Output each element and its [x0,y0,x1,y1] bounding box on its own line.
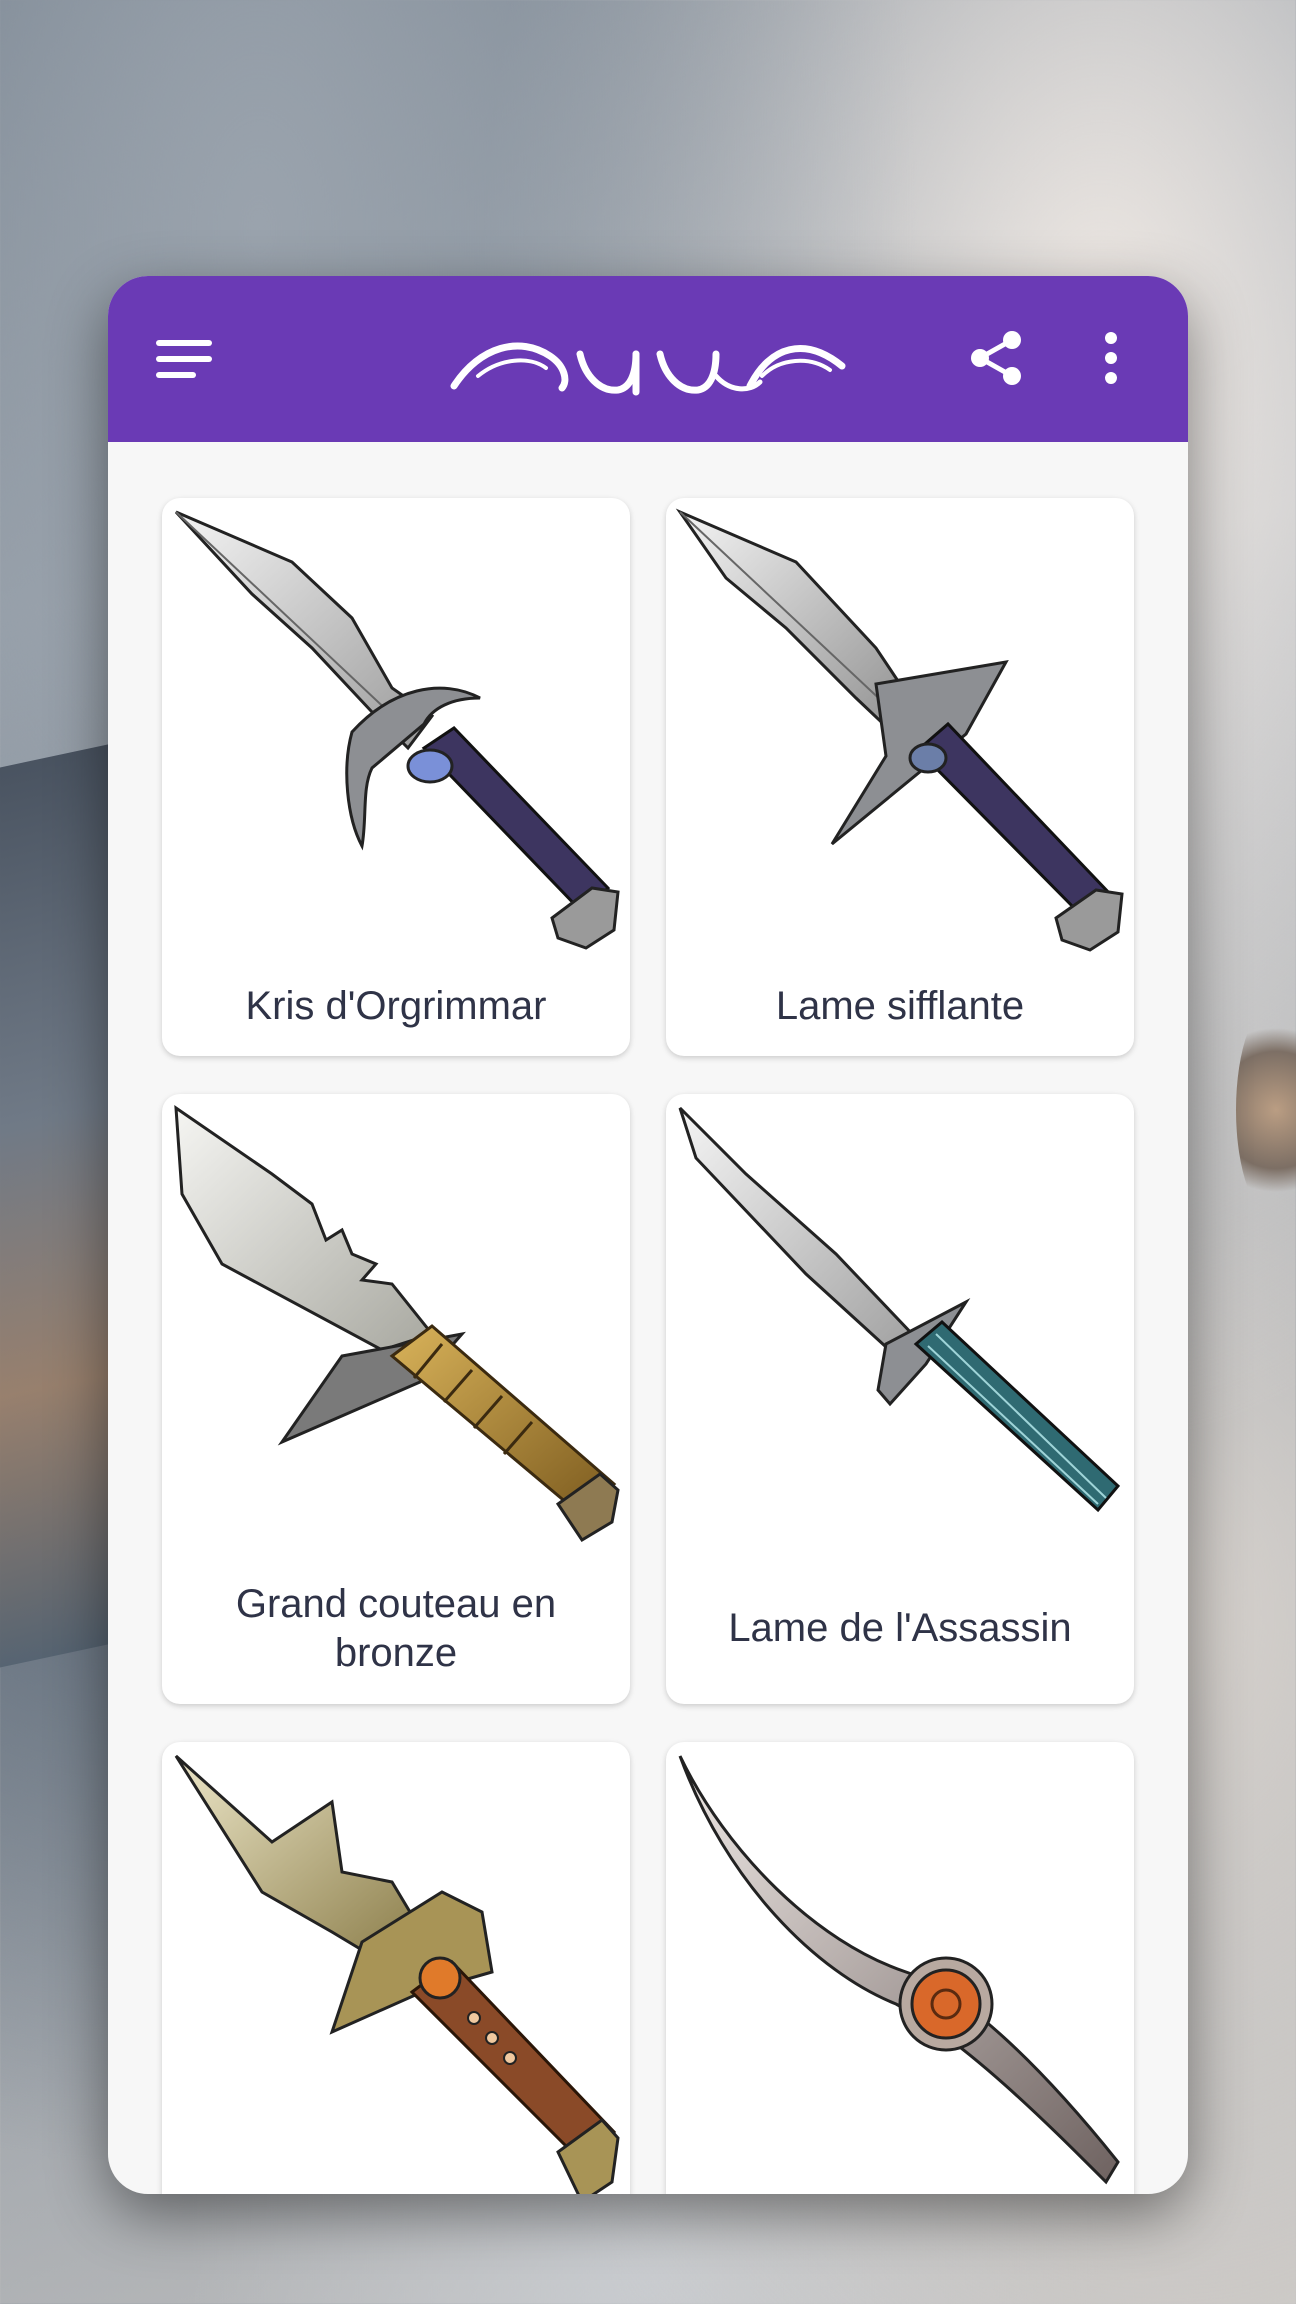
tanto-teal-grip-icon [678,1106,1121,1513]
dagger-purple-hilt-icon [174,510,620,950]
grid-item[interactable] [162,1742,630,2194]
app-logo [450,342,846,396]
dagger-spiked-guard-icon [675,508,1124,952]
grid-item[interactable] [666,1742,1134,2194]
more-vert-icon[interactable] [1098,328,1124,388]
hamburger-menu-icon [156,340,212,346]
item-label: Lame de l'Assassin [728,1606,1072,1650]
grid-item[interactable]: Lame sifflante [666,498,1134,1056]
menu-button[interactable] [156,336,216,384]
grid-item[interactable]: Lame de l'Assassin [666,1094,1134,1704]
share-icon[interactable] [966,328,1026,388]
serrated-bronze-knife-icon [174,1105,620,1543]
curved-orange-gem-blade-icon [678,1755,1120,2185]
item-label: Kris d'Orgrimmar [245,984,547,1028]
item-grid: Kris d'Orgrimmar Lame sifflante Grand co… [108,442,1188,2194]
grid-item[interactable]: Grand couteau en bronze [162,1094,630,1704]
grid-item[interactable]: Kris d'Orgrimmar [162,498,630,1056]
app-bar [108,276,1188,442]
background-artwork-right [1236,1000,1296,1220]
item-label: Grand couteau en bronze [235,1582,557,1675]
jagged-orange-gem-dagger-icon [174,1754,620,2194]
app-window: Kris d'Orgrimmar Lame sifflante Grand co… [108,276,1188,2194]
background-artwork-left [0,744,110,1676]
item-label: Lame sifflante [775,984,1025,1028]
